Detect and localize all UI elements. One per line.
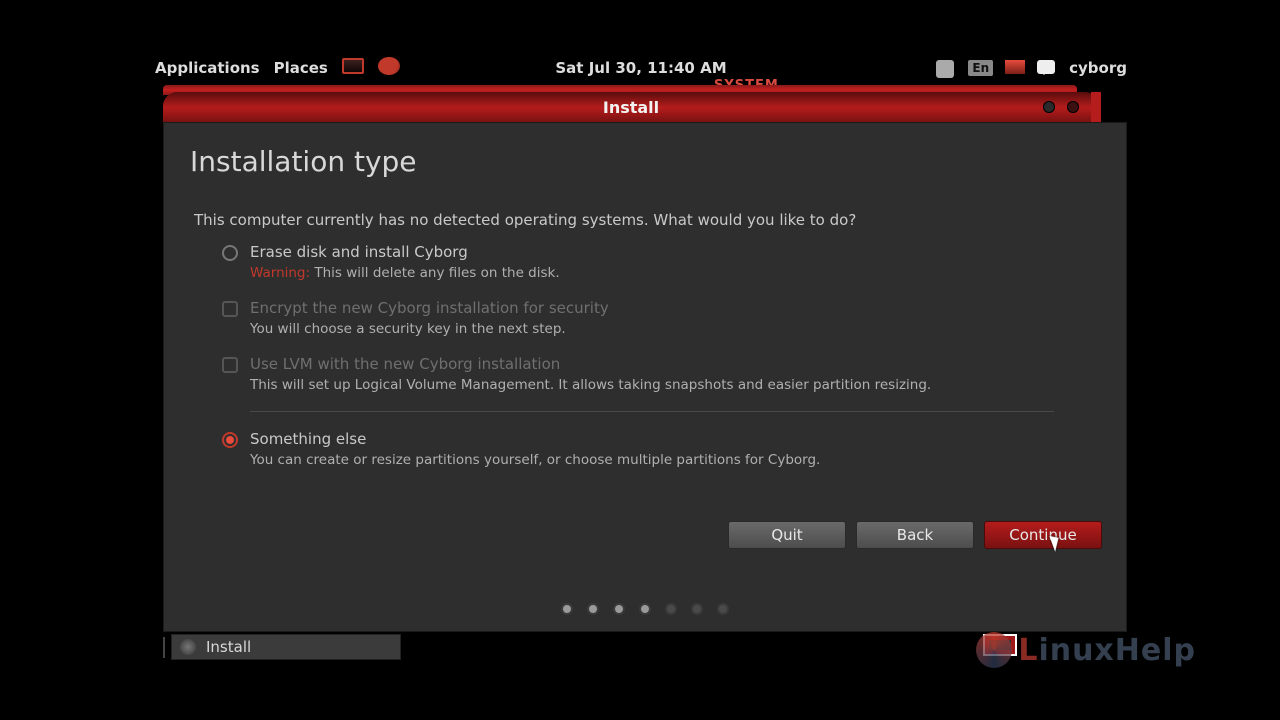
- quit-button[interactable]: Quit: [728, 521, 846, 549]
- option-lvm-sub: This will set up Logical Volume Manageme…: [250, 377, 1082, 393]
- update-manager-icon[interactable]: [936, 60, 956, 76]
- tray-badge: [983, 634, 1017, 656]
- continue-button[interactable]: Continue: [984, 521, 1102, 549]
- menu-places[interactable]: Places: [274, 59, 328, 77]
- show-desktop-icon[interactable]: [163, 638, 165, 657]
- user-menu[interactable]: cyborg: [1069, 59, 1127, 77]
- wizard-buttons: Quit Back Continue: [728, 521, 1102, 549]
- option-encrypt-label: Encrypt the new Cyborg installation for …: [250, 299, 609, 317]
- window-title: Install: [603, 98, 659, 117]
- minimize-button[interactable]: [1043, 101, 1055, 113]
- option-lvm-label: Use LVM with the new Cyborg installation: [250, 355, 560, 373]
- task-label: Install: [206, 638, 251, 656]
- step-dot: [667, 605, 675, 613]
- step-dot: [615, 605, 623, 613]
- option-lvm: Use LVM with the new Cyborg installation…: [222, 355, 1082, 393]
- radio-erase-disk[interactable]: [222, 245, 238, 261]
- chat-icon[interactable]: [1037, 60, 1057, 76]
- option-else-label: Something else: [250, 430, 366, 448]
- window-titlebar[interactable]: Install: [163, 92, 1099, 122]
- step-dot: [693, 605, 701, 613]
- option-encrypt-sub: You will choose a security key in the ne…: [250, 321, 1082, 337]
- step-dot: [589, 605, 597, 613]
- close-button[interactable]: [1067, 101, 1079, 113]
- monitor-icon[interactable]: [342, 58, 364, 78]
- checkbox-lvm: [222, 357, 238, 373]
- options-divider: [250, 411, 1054, 412]
- install-options: Erase disk and install Cyborg Warning: T…: [222, 243, 1082, 486]
- step-dot: [719, 605, 727, 613]
- top-panel: Applications Places Sat Jul 30, 11:40 AM…: [155, 54, 1127, 82]
- checkbox-encrypt: [222, 301, 238, 317]
- option-erase-label: Erase disk and install Cyborg: [250, 243, 468, 261]
- step-dot: [641, 605, 649, 613]
- step-dot: [563, 605, 571, 613]
- taskbar-entry-install[interactable]: Install: [171, 634, 401, 660]
- page-intro: This computer currently has no detected …: [194, 211, 856, 229]
- keyboard-layout-indicator[interactable]: En: [968, 60, 993, 76]
- option-something-else[interactable]: Something else You can create or resize …: [222, 430, 1082, 468]
- network-icon[interactable]: [1005, 60, 1025, 76]
- menu-applications[interactable]: Applications: [155, 59, 260, 77]
- option-erase-disk[interactable]: Erase disk and install Cyborg Warning: T…: [222, 243, 1082, 281]
- task-icon: [180, 639, 196, 655]
- option-encrypt: Encrypt the new Cyborg installation for …: [222, 299, 1082, 337]
- option-else-sub: You can create or resize partitions your…: [250, 452, 1082, 468]
- titlebar-accent: [1091, 92, 1101, 122]
- option-erase-warning: Warning: This will delete any files on t…: [250, 265, 1082, 281]
- cyborg-swirl-icon[interactable]: [378, 57, 400, 79]
- step-indicator: [563, 605, 727, 613]
- clock[interactable]: Sat Jul 30, 11:40 AM: [555, 59, 726, 77]
- installer-window: Installation type This computer currentl…: [163, 122, 1127, 632]
- page-heading: Installation type: [190, 145, 417, 178]
- back-button[interactable]: Back: [856, 521, 974, 549]
- radio-something-else[interactable]: [222, 432, 238, 448]
